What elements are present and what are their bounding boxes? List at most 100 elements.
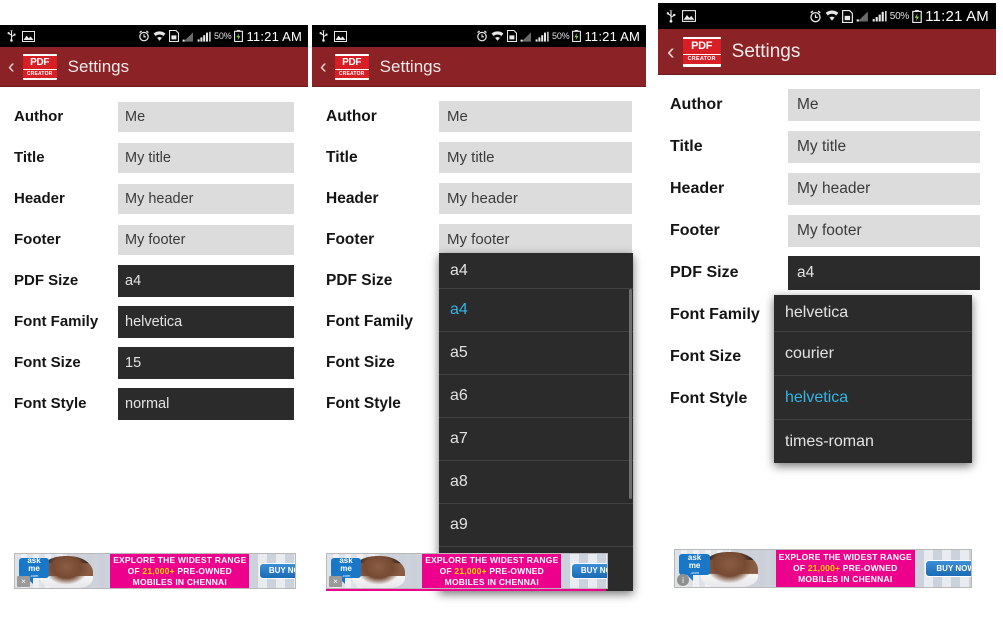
- font-style-select[interactable]: normal: [118, 387, 294, 420]
- row-pdf-size: PDF Size a4: [0, 260, 308, 301]
- phone-screenshot-1: 50% 11:21 AM ‹ PDF CREATOR Settings Auth…: [0, 25, 308, 625]
- ad-right-image: BUY NOW: [561, 554, 607, 588]
- back-icon[interactable]: ‹: [667, 40, 675, 63]
- dropdown-option[interactable]: a9: [439, 503, 633, 546]
- dropdown-option[interactable]: a4: [439, 288, 633, 331]
- label-footer: Footer: [326, 230, 375, 248]
- row-title: Title My title: [312, 137, 646, 178]
- footer-field[interactable]: My footer: [118, 224, 294, 255]
- dropdown-scrollbar[interactable]: [629, 289, 632, 499]
- label-font-size: Font Size: [14, 354, 81, 371]
- font-family-dropdown-anchor[interactable]: helvetica: [774, 295, 972, 331]
- image-icon: [682, 10, 696, 22]
- label-font-family: Font Family: [14, 313, 99, 330]
- ad-info-icon[interactable]: i: [677, 574, 689, 586]
- row-title: Title My title: [0, 137, 308, 178]
- ad-buy-now-button[interactable]: BUY NOW: [924, 559, 971, 578]
- ad-line-3: MOBILES IN CHENNAI: [132, 576, 227, 587]
- dropdown-option[interactable]: a5: [439, 331, 633, 374]
- pdf-size-dropdown[interactable]: a4 a4 a5 a6 a7 a8 a9 a10: [439, 253, 633, 591]
- ad-highlight-number: 21,000+: [807, 563, 841, 573]
- ad-brand-mid: me: [28, 564, 40, 574]
- footer-field[interactable]: My footer: [788, 215, 980, 247]
- status-bar-right-icons: 50% 11:21 AM: [138, 29, 302, 44]
- ad-copy: EXPLORE THE WIDEST RANGE OF 21,000+ PRE-…: [775, 550, 915, 587]
- sim-card-icon: [169, 30, 180, 42]
- ad-line-1: EXPLORE THE WIDEST RANGE: [113, 554, 247, 565]
- usb-icon: [665, 9, 677, 23]
- label-author: Author: [14, 108, 64, 125]
- ad-image: ask me .com ×: [327, 554, 423, 588]
- row-footer: Footer My footer: [0, 219, 308, 260]
- font-size-select[interactable]: 15: [118, 346, 294, 379]
- dropdown-option[interactable]: a8: [439, 460, 633, 503]
- ad-right-image: BUY NOW: [249, 554, 295, 588]
- dropdown-option[interactable]: a7: [439, 417, 633, 460]
- dropdown-option[interactable]: a6: [439, 374, 633, 417]
- status-bar-right-icons: 50% 11:21 AM: [809, 8, 989, 25]
- pdf-size-select[interactable]: a4: [788, 256, 980, 290]
- ad-image: ask me .com ×: [15, 554, 111, 588]
- author-field[interactable]: Me: [788, 89, 980, 121]
- ad-buy-now-button[interactable]: BUY NOW: [570, 562, 607, 580]
- label-pdf-size: PDF Size: [326, 271, 393, 289]
- ad-banner[interactable]: ask me .com i EXPLORE THE WIDEST RANGE O…: [674, 549, 972, 588]
- settings-form-1: Author Me Title My title Header My heade…: [0, 87, 308, 424]
- ad-image: ask me .com i: [675, 550, 776, 587]
- wifi-icon: [491, 30, 504, 42]
- ad-line-3: MOBILES IN CHENNAI: [444, 576, 539, 587]
- phone-screenshot-2: 50% 11:21 AM ‹ PDF CREATOR Settings Auth…: [312, 25, 646, 625]
- status-bar-left-icons: [318, 30, 347, 42]
- label-title: Title: [14, 149, 45, 166]
- battery-percent-label: 50%: [552, 31, 570, 41]
- ad-close-icon[interactable]: ×: [17, 576, 30, 587]
- row-author: Author Me: [312, 96, 646, 137]
- ad-line-2: OF 21,000+ PRE-OWNED: [793, 563, 898, 573]
- ad-brand-logo: ask me .com: [331, 557, 361, 584]
- header-field[interactable]: My header: [439, 183, 632, 214]
- author-field[interactable]: Me: [118, 101, 294, 132]
- battery-percent-label: 50%: [214, 31, 232, 41]
- font-family-dropdown[interactable]: helvetica courier helvetica times-roman: [774, 295, 972, 463]
- row-header: Header My header: [0, 178, 308, 219]
- font-family-select[interactable]: helvetica: [118, 305, 294, 338]
- page-title: Settings: [67, 56, 130, 76]
- signal-strong-icon: [872, 10, 887, 22]
- author-field[interactable]: Me: [439, 101, 632, 132]
- back-icon[interactable]: ‹: [8, 57, 15, 77]
- label-font-size: Font Size: [326, 353, 395, 371]
- signal-weak-icon: [520, 31, 532, 42]
- pdf-size-dropdown-anchor[interactable]: a4: [439, 253, 633, 288]
- sim-card-icon: [841, 9, 853, 23]
- ad-brand-logo: ask me .com: [679, 554, 711, 583]
- title-field[interactable]: My title: [788, 131, 980, 163]
- status-bar-2: 50% 11:21 AM: [312, 25, 646, 47]
- label-pdf-size: PDF Size: [14, 272, 79, 289]
- dropdown-option[interactable]: helvetica: [774, 375, 972, 419]
- ad-highlight-number: 21,000+: [454, 565, 487, 576]
- status-bar-3: 50% 11:21 AM: [658, 3, 996, 29]
- dropdown-option[interactable]: times-roman: [774, 419, 972, 463]
- dropdown-option[interactable]: courier: [774, 331, 972, 375]
- header-field[interactable]: My header: [788, 173, 980, 205]
- header-field[interactable]: My header: [118, 183, 294, 214]
- title-field[interactable]: My title: [439, 142, 632, 173]
- ad-brand-mid: me: [688, 561, 701, 571]
- pdf-size-select[interactable]: a4: [118, 264, 294, 297]
- title-field[interactable]: My title: [118, 142, 294, 173]
- alarm-icon: [476, 30, 488, 42]
- row-font-style: Font Style normal: [0, 383, 308, 424]
- back-icon[interactable]: ‹: [320, 57, 327, 77]
- label-author: Author: [670, 96, 723, 113]
- label-title: Title: [670, 138, 703, 155]
- label-font-style: Font Style: [670, 390, 748, 407]
- footer-field[interactable]: My footer: [439, 224, 632, 255]
- ad-close-icon[interactable]: ×: [329, 576, 342, 587]
- screenshot-stage: 50% 11:21 AM ‹ PDF CREATOR Settings Auth…: [0, 0, 1003, 625]
- ad-banner[interactable]: ask me .com × EXPLORE THE WIDEST RANGE O…: [326, 553, 608, 589]
- label-author: Author: [326, 107, 377, 125]
- ad-brand-domain: .com: [690, 570, 699, 576]
- ad-banner[interactable]: ask me .com × EXPLORE THE WIDEST RANGE O…: [14, 553, 296, 589]
- ad-buy-now-button[interactable]: BUY NOW: [258, 562, 295, 580]
- row-title: Title My title: [658, 126, 996, 168]
